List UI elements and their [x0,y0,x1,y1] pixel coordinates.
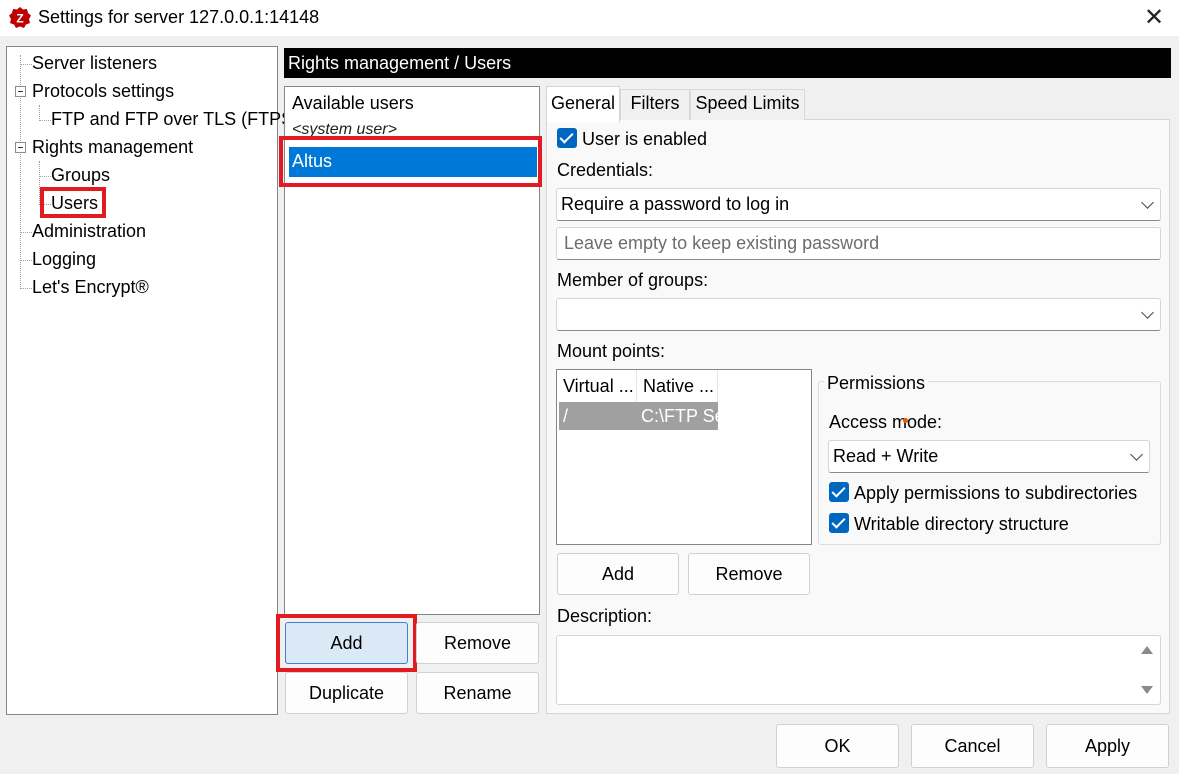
rename-user-button[interactable]: Rename [416,672,539,714]
chevron-down-icon [1141,306,1154,319]
permissions-group-title: Permissions [824,373,929,394]
remove-mount-point-button[interactable]: Remove [688,553,810,595]
access-mode-label: Access mode: [829,412,943,432]
apply-button[interactable]: Apply [1046,724,1169,768]
apply-subdirectories-checkbox[interactable] [829,482,849,502]
chevron-down-icon [1130,448,1143,461]
tree-item-groups[interactable]: Groups [51,165,110,186]
user-enabled-label: User is enabled [582,129,708,149]
tree-connector [39,105,40,119]
duplicate-user-button[interactable]: Duplicate [285,672,408,714]
access-mode-select[interactable]: Read + Write [828,440,1150,473]
tree-item-server-listeners[interactable]: Server listeners [32,53,157,74]
column-header-virtual[interactable]: Virtual ... [557,370,637,402]
description-label: Description: [557,606,653,626]
password-input[interactable]: Leave empty to keep existing password [556,227,1161,260]
tab-speed-limits[interactable]: Speed Limits [690,89,805,120]
remove-user-button[interactable]: Remove [416,622,539,664]
tree-connector [39,176,51,177]
mount-points-table[interactable]: Virtual ... Native ... / C:\FTP Ser [556,369,812,545]
tree-item-logging[interactable]: Logging [32,249,96,270]
tree-item-ftp-ftps[interactable]: FTP and FTP over TLS (FTPS) [51,109,299,130]
tree-item-protocols-settings[interactable]: Protocols settings [32,81,174,102]
users-list-header: Available users [292,93,414,113]
tree-connector [20,64,32,65]
description-textarea[interactable] [556,635,1161,705]
mount-point-virtual-cell[interactable]: / [559,402,637,430]
add-mount-point-button[interactable]: Add [557,553,679,595]
scroll-up-icon[interactable] [1141,646,1153,654]
member-of-groups-select[interactable] [556,298,1161,331]
scroll-down-icon[interactable] [1141,686,1153,694]
svg-text:Z: Z [16,12,23,26]
highlight-altus-user [279,136,542,187]
tab-general[interactable]: General [546,86,620,122]
credentials-label: Credentials: [557,160,654,180]
collapse-rights-icon[interactable] [15,142,26,153]
collapse-protocols-icon[interactable] [15,86,26,97]
highlight-users-tree-item [40,187,106,218]
tree-item-lets-encrypt[interactable]: Let's Encrypt® [32,277,149,298]
mount-point-native-cell[interactable]: C:\FTP Ser [637,402,718,430]
chevron-down-icon [1141,196,1154,209]
settings-tree[interactable]: Server listeners Protocols settings FTP … [6,46,299,715]
tab-filters[interactable]: Filters [620,89,690,120]
ok-button[interactable]: OK [776,724,899,768]
filezilla-server-icon: Z [9,7,31,28]
title-bar: Z Settings for server 127.0.0.1:14148 ✕ [0,0,1179,36]
page-title: Rights management / Users [284,48,1171,78]
credentials-select[interactable]: Require a password to log in [556,188,1161,221]
tree-connector [20,232,32,233]
member-of-groups-label: Member of groups: [557,270,709,290]
tree-connector [20,288,32,289]
tree-item-rights-management[interactable]: Rights management [32,137,193,158]
window-title: Settings for server 127.0.0.1:14148 [38,7,320,27]
writable-structure-checkbox[interactable] [829,513,849,533]
close-icon[interactable]: ✕ [1140,4,1168,32]
credentials-select-value: Require a password to log in [561,194,790,214]
access-mode-value: Read + Write [833,446,939,466]
column-header-native[interactable]: Native ... [637,370,718,402]
apply-subdirectories-label: Apply permissions to subdirectories [854,483,1138,503]
highlight-add-button [276,614,417,672]
tree-item-administration[interactable]: Administration [32,221,146,242]
tree-connector [20,260,32,261]
mount-points-label: Mount points: [557,341,666,361]
writable-structure-label: Writable directory structure [854,514,1069,534]
user-enabled-checkbox[interactable] [557,128,577,148]
cancel-button[interactable]: Cancel [911,724,1034,768]
cursor-dot [903,418,908,423]
tree-connector [39,120,51,121]
